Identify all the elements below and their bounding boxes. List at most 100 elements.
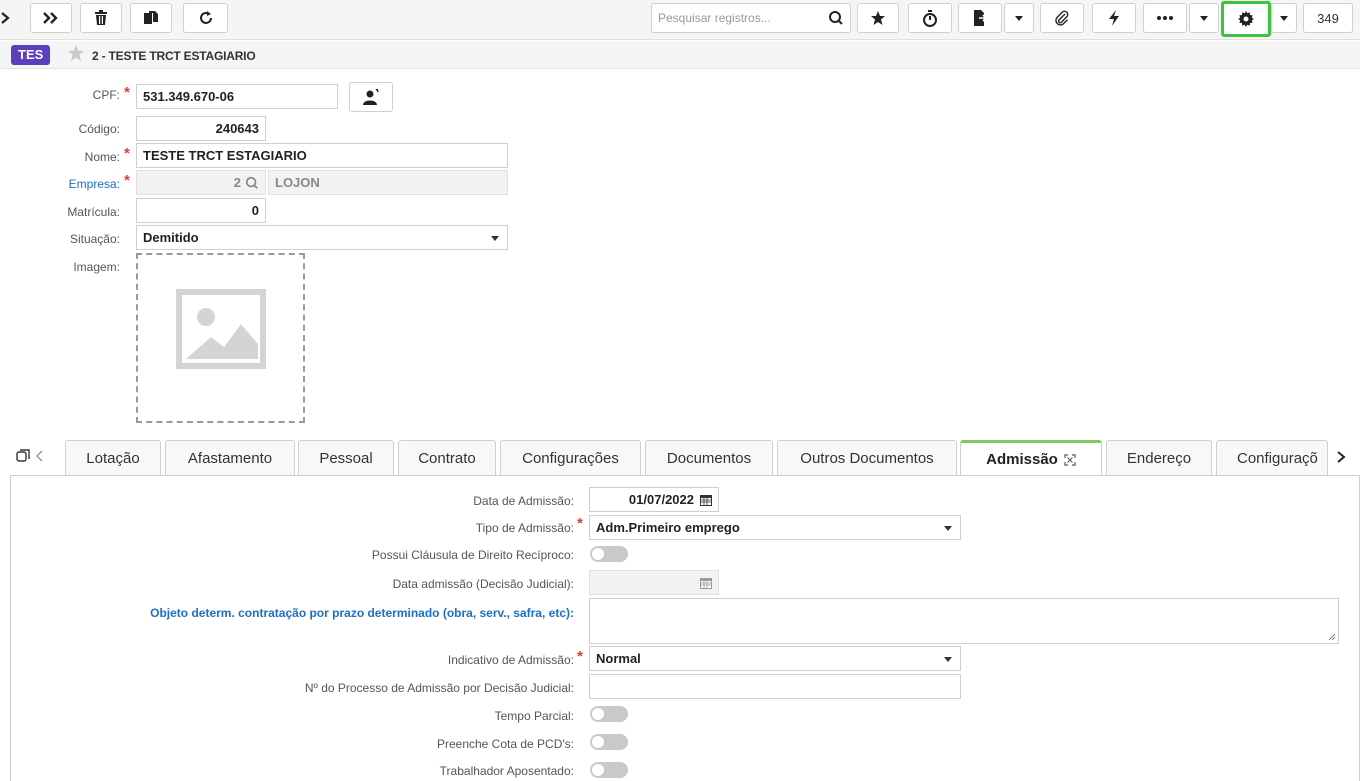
windows-icon[interactable] bbox=[16, 449, 30, 463]
tipo-admissao-select[interactable]: Adm.Primeiro emprego bbox=[589, 515, 961, 540]
data-admissao-field[interactable]: 01/07/2022 bbox=[589, 487, 719, 512]
search-icon[interactable] bbox=[245, 176, 259, 190]
tab-label: Lotação bbox=[86, 449, 140, 467]
tab-configuracoes-2[interactable]: Configuraçõ bbox=[1216, 440, 1328, 475]
tab-endereco[interactable]: Endereço bbox=[1106, 440, 1212, 475]
processo-field[interactable] bbox=[589, 674, 961, 699]
objeto-textarea[interactable] bbox=[589, 598, 1339, 644]
cota-pcd-label: Preenche Cota de PCD's: bbox=[436, 737, 574, 751]
tempo-parcial-toggle[interactable] bbox=[590, 706, 628, 722]
situacao-select[interactable]: Demitido bbox=[136, 225, 508, 250]
nome-field[interactable]: TESTE TRCT ESTAGIARIO bbox=[136, 143, 508, 168]
aposentado-label: Trabalhador Aposentado: bbox=[439, 764, 574, 778]
tab-contrato[interactable]: Contrato bbox=[398, 440, 496, 475]
clausula-label: Possui Cláusula de Direito Recíproco: bbox=[371, 548, 574, 562]
aposentado-toggle[interactable] bbox=[590, 762, 628, 778]
tab-label: Documentos bbox=[666, 449, 752, 467]
timer-button[interactable] bbox=[908, 3, 952, 33]
copy-icon bbox=[144, 11, 158, 24]
favorite-button[interactable] bbox=[857, 3, 899, 33]
empresa-name-field: LOJON bbox=[268, 170, 508, 195]
tipo-admissao-label: Tipo de Admissão: bbox=[475, 521, 574, 535]
resize-handle-icon[interactable] bbox=[1328, 633, 1336, 641]
tab-label: Outros Documentos bbox=[800, 449, 934, 467]
trash-icon bbox=[95, 10, 107, 25]
tab-label: Contrato bbox=[418, 449, 476, 467]
tab-label: Endereço bbox=[1126, 449, 1192, 467]
settings-button[interactable] bbox=[1221, 1, 1271, 37]
chevron-down-icon bbox=[944, 657, 952, 662]
more-options-button[interactable] bbox=[1143, 3, 1187, 33]
favorite-star-icon[interactable] bbox=[67, 44, 85, 62]
chevron-down-icon bbox=[491, 236, 499, 241]
nome-label: Nome: bbox=[84, 150, 120, 164]
data-judicial-label: Data admissão (Decisão Judicial): bbox=[392, 577, 574, 591]
image-upload-area[interactable] bbox=[136, 253, 305, 423]
objeto-label: Objeto determ. contratação por prazo det… bbox=[150, 606, 574, 620]
tab-lotacao[interactable]: Lotação bbox=[65, 440, 161, 475]
record-title: 2 - TESTE TRCT ESTAGIARIO bbox=[92, 49, 256, 63]
last-record-button[interactable] bbox=[30, 3, 72, 33]
tab-afastamento[interactable]: Afastamento bbox=[165, 440, 295, 475]
tab-outros-documentos[interactable]: Outros Documentos bbox=[777, 440, 957, 475]
file-export-icon bbox=[974, 10, 987, 26]
situacao-label: Situação: bbox=[69, 232, 120, 246]
codigo-field[interactable]: 240643 bbox=[136, 116, 266, 141]
cpf-label: CPF: bbox=[92, 88, 120, 102]
required-marker: * bbox=[577, 515, 583, 532]
tab-documentos[interactable]: Documentos bbox=[645, 440, 773, 475]
required-marker: * bbox=[124, 172, 130, 189]
indicativo-select[interactable]: Normal bbox=[589, 646, 961, 671]
matricula-label: Matrícula: bbox=[67, 205, 120, 219]
empresa-code-field: 2 bbox=[136, 170, 266, 195]
empresa-label: Empresa: bbox=[68, 177, 120, 191]
processo-label: Nº do Processo de Admissão por Decisão J… bbox=[304, 681, 574, 695]
expand-icon[interactable] bbox=[1064, 453, 1076, 466]
clausula-toggle[interactable] bbox=[590, 546, 628, 562]
indicativo-label: Indicativo de Admissão: bbox=[447, 653, 574, 667]
tab-label: Afastamento bbox=[187, 449, 273, 467]
empresa-code: 2 bbox=[233, 175, 241, 190]
cota-pcd-toggle[interactable] bbox=[590, 734, 628, 750]
required-marker: * bbox=[124, 84, 130, 101]
person-lookup-button[interactable] bbox=[349, 82, 393, 112]
user-icon bbox=[363, 89, 379, 105]
record-count: 349 bbox=[1303, 3, 1353, 33]
export-dropdown-button[interactable] bbox=[1004, 3, 1034, 33]
imagem-label: Imagem: bbox=[73, 260, 120, 274]
refresh-icon bbox=[199, 11, 212, 24]
indicativo-value: Normal bbox=[596, 651, 641, 666]
tab-configuracoes[interactable]: Configurações bbox=[500, 440, 641, 475]
chevron-left-icon[interactable] bbox=[36, 450, 44, 462]
situacao-value: Demitido bbox=[143, 230, 199, 245]
delete-button[interactable] bbox=[80, 3, 122, 33]
image-placeholder-icon bbox=[176, 289, 266, 369]
matricula-field[interactable]: 0 bbox=[136, 198, 266, 223]
tab-pessoal[interactable]: Pessoal bbox=[298, 440, 394, 475]
attach-button[interactable] bbox=[1040, 3, 1084, 33]
toolbar: 349 bbox=[0, 0, 1360, 40]
lightning-icon bbox=[1109, 10, 1119, 26]
more-options-dropdown-button[interactable] bbox=[1189, 3, 1219, 33]
cpf-field[interactable]: 531.349.670-06 bbox=[136, 84, 338, 109]
stopwatch-icon bbox=[923, 9, 937, 27]
refresh-button[interactable] bbox=[183, 3, 228, 33]
settings-dropdown-button[interactable] bbox=[1271, 3, 1297, 33]
search-input[interactable] bbox=[652, 4, 822, 32]
export-button[interactable] bbox=[958, 3, 1002, 33]
tab-label: Configuraçõ bbox=[1237, 449, 1318, 467]
tab-label: Configurações bbox=[522, 449, 619, 467]
search-icon[interactable] bbox=[828, 10, 844, 26]
calendar-icon[interactable] bbox=[699, 493, 713, 507]
previous-record-icon[interactable] bbox=[0, 3, 12, 33]
chevron-right-icon[interactable] bbox=[1336, 450, 1346, 464]
entity-badge: TES bbox=[11, 45, 51, 65]
tab-navigation-left bbox=[16, 449, 44, 463]
tab-admissao[interactable]: Admissão bbox=[960, 440, 1102, 476]
copy-button[interactable] bbox=[130, 3, 172, 33]
tipo-admissao-value: Adm.Primeiro emprego bbox=[596, 520, 740, 535]
paperclip-icon bbox=[1055, 10, 1069, 26]
codigo-label: Código: bbox=[78, 122, 120, 136]
required-marker: * bbox=[577, 648, 583, 665]
actions-button[interactable] bbox=[1092, 3, 1136, 33]
